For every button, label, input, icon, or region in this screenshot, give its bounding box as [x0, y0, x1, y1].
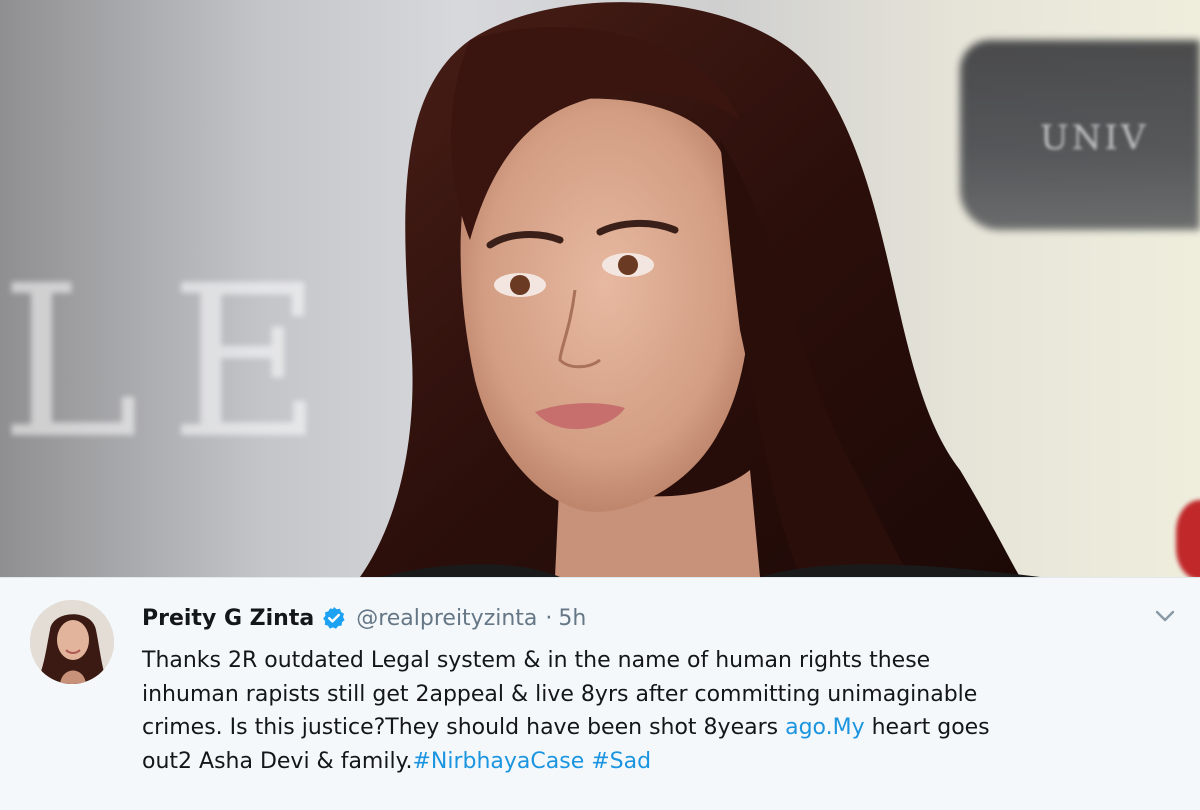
header-photo: LE UNIV	[0, 0, 1200, 577]
tweet-text-segment: crimes. Is this justice?They should have…	[142, 715, 786, 740]
tweet-text-segment: inhuman rapists still get 2appeal & live…	[142, 681, 978, 707]
chevron-down-icon[interactable]	[1152, 606, 1178, 626]
tweet-text-line-1: Thanks 2R outdated Legal system & in the…	[142, 644, 1152, 678]
display-name[interactable]: Preity G Zinta	[142, 606, 314, 631]
hashtag-link[interactable]: #Sad	[591, 749, 651, 774]
verified-badge-icon	[322, 606, 346, 630]
tweet-header: Preity G Zinta @realpreityzinta · 5h	[142, 602, 586, 634]
avatar[interactable]	[30, 600, 114, 684]
user-handle[interactable]: @realpreityzinta	[356, 606, 537, 631]
tweet-text: Thanks 2R outdated Legal system & in the…	[142, 644, 1152, 778]
tweet-text-line-2: inhuman rapists still get 2appeal & live…	[142, 678, 1152, 712]
tweet-timestamp[interactable]: 5h	[558, 606, 586, 631]
tweet-text-line-4: out2 Asha Devi & family.#NirbhayaCase #S…	[142, 745, 1152, 779]
tweet-text-segment: out2 Asha Devi & family.	[142, 748, 413, 774]
tweet-card: Preity G Zinta @realpreityzinta · 5h Tha…	[0, 577, 1200, 810]
portrait-illustration	[360, 2, 1040, 577]
separator-dot: ·	[545, 605, 553, 631]
tweet-text-segment: heart goes	[864, 715, 990, 740]
tweet-link[interactable]: ago.My	[785, 715, 865, 740]
avatar-image	[30, 600, 114, 684]
tweet-text-segment: Thanks 2R outdated Legal system & in the…	[142, 648, 931, 673]
hashtag-link[interactable]: #NirbhayaCase	[412, 749, 584, 774]
tweet-text-line-3: crimes. Is this justice?They should have…	[142, 711, 1152, 745]
